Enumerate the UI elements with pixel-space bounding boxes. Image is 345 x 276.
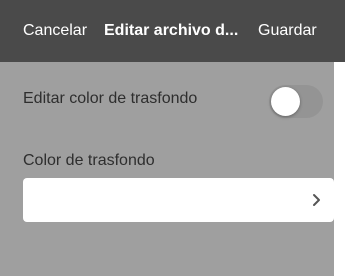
chevron-right-icon	[313, 194, 320, 206]
background-color-label: Color de trasfondo	[23, 152, 155, 169]
page-title: Editar archivo d...	[104, 22, 239, 39]
cancel-button[interactable]: Cancelar	[23, 21, 87, 41]
edit-file-screen: Cancelar Editar archivo d... Guardar Edi…	[0, 0, 345, 276]
background-color-toggle[interactable]	[269, 85, 323, 118]
right-edge-strip	[334, 62, 345, 276]
background-color-picker[interactable]	[23, 178, 334, 222]
save-button[interactable]: Guardar	[258, 21, 317, 41]
background-color-toggle-label: Editar color de trasfondo	[23, 90, 198, 107]
navigation-bar: Cancelar Editar archivo d... Guardar	[0, 0, 345, 62]
toggle-knob	[271, 87, 300, 116]
